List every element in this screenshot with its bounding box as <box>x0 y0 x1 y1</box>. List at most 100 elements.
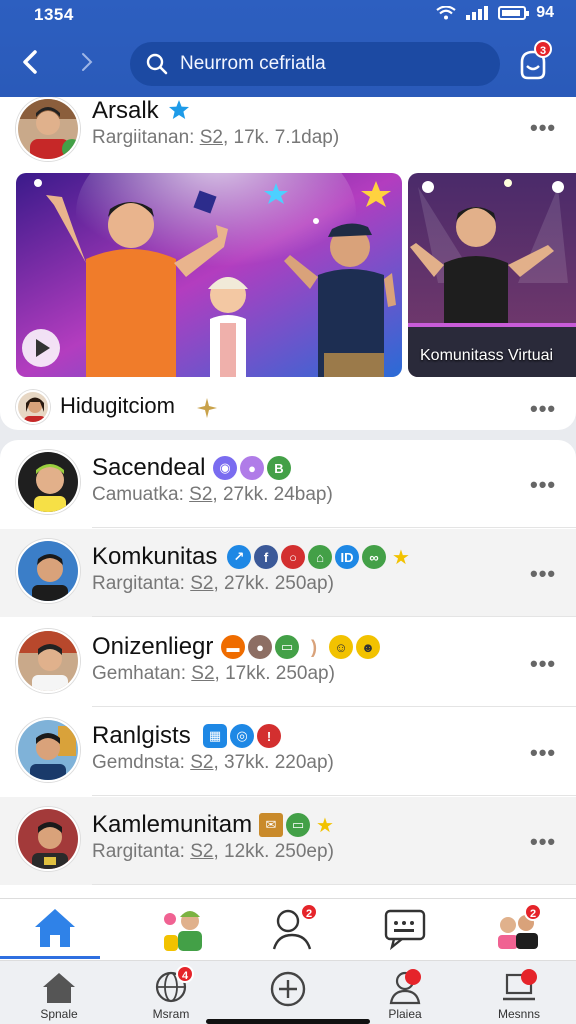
forward-arrow-icon[interactable] <box>70 45 104 79</box>
status-time: 1354 <box>34 5 74 24</box>
smile-icon: ☺ <box>329 635 353 659</box>
verified-star-icon <box>169 100 189 119</box>
list-item[interactable]: Komkunitas ↗ f ○ ⌂ ID ∞ ★ Rargitanta: S2, 27kk… <box>0 529 576 617</box>
item-title: Komkunitas <box>92 543 218 570</box>
tab-messages[interactable]: 2 <box>270 903 330 955</box>
sparkle-icon <box>197 398 217 418</box>
signal-icon <box>466 6 489 20</box>
chat-icon: ◎ <box>230 724 254 748</box>
more-options-icon[interactable]: ••• <box>530 651 556 677</box>
list-item[interactable]: Ranlgists ▦ ◎! Gemdnsta: S2, 37kk. 220ap)… <box>0 708 576 796</box>
avatar <box>16 539 80 603</box>
profile-icon <box>389 969 421 1005</box>
video-thumbnail[interactable] <box>16 173 402 377</box>
more-options-icon[interactable]: ••• <box>530 740 556 766</box>
avatar-photo <box>18 452 78 512</box>
circle-icon: ○ <box>281 545 305 569</box>
divider <box>92 616 576 617</box>
status-bar: 1354 94 <box>0 0 576 30</box>
back-arrow-icon[interactable] <box>14 45 48 79</box>
avatar[interactable] <box>16 97 80 161</box>
nav-menu-label: Mesnns <box>497 1007 541 1021</box>
more-options-icon[interactable]: ••• <box>530 829 556 855</box>
nav-create[interactable] <box>243 967 333 1023</box>
avatar-photo <box>18 541 78 601</box>
dog-icon: ● <box>248 635 272 659</box>
meta-link[interactable]: S2 <box>190 752 213 773</box>
gallery-icon: ▦ <box>203 724 227 748</box>
search-input[interactable]: Neurrom cefriatla <box>180 53 326 75</box>
post-author[interactable]: Arsalk <box>92 97 159 125</box>
post-meta: Rargiitanan: S2, 17k. 7.1dap) <box>92 127 339 149</box>
divider <box>92 527 576 528</box>
meta-suffix: , 27kk. 250ap) <box>213 573 334 594</box>
meta-prefix: Rargitanta: <box>92 573 185 594</box>
nav-profile-label: Plaiea <box>388 1007 422 1021</box>
meta-link[interactable]: S2 <box>190 573 213 594</box>
meta-link[interactable]: S2 <box>191 663 214 684</box>
nav-menu[interactable]: Mesnns <box>474 967 564 1023</box>
list-item[interactable]: Sacendeal ◉ ● B Camuatka: S2, 27kk. 24bap)… <box>0 440 576 528</box>
meta-suffix: , 12kk. 250ep) <box>213 841 334 862</box>
list-item[interactable]: Onizenliegr ▬ ● ▭) ☺ ☻ Gemhatan: S2, 17kk. 2… <box>0 619 576 707</box>
tab-friends[interactable]: 2 <box>494 903 554 955</box>
envelope-icon: ✉ <box>259 813 283 837</box>
reaction-icons: ✉ ▭ ★ <box>256 813 337 837</box>
wifi-icon <box>436 6 456 20</box>
id-icon: ID <box>335 545 359 569</box>
tab-home[interactable] <box>30 905 90 955</box>
more-options-icon[interactable]: ••• <box>530 396 556 422</box>
nav-home[interactable]: Spnale <box>14 967 104 1023</box>
feed-card: Arsalk Rargiitanan: S2, 17k. 7.1dap) ••• <box>0 97 576 430</box>
search-bar[interactable]: Neurrom cefriatla <box>130 42 500 86</box>
message-icon <box>384 909 426 951</box>
laptop-icon <box>503 969 537 1001</box>
fire-icon: ◉ <box>213 456 237 480</box>
avatar <box>16 450 80 514</box>
tab-chats[interactable] <box>382 905 442 955</box>
item-meta: Rargitanta: S2, 12kk. 250ep) <box>92 841 334 863</box>
more-options-icon[interactable]: ••• <box>530 472 556 498</box>
meta-suffix: , 27kk. 24bap) <box>212 484 333 505</box>
notifications-button[interactable]: 3 <box>514 40 552 82</box>
meta-prefix: Camuatka: <box>92 484 184 505</box>
divider <box>92 706 576 707</box>
divider <box>92 795 576 796</box>
nav-explore-label: Msram <box>152 1007 190 1021</box>
avatar-photo <box>18 720 78 780</box>
nav-profile[interactable]: Plaiea <box>360 967 450 1023</box>
video-image <box>16 173 402 377</box>
nav-home-label: Spnale <box>40 1007 78 1021</box>
active-tab-indicator <box>0 956 100 959</box>
more-options-icon[interactable]: ••• <box>530 115 556 141</box>
meta-link[interactable]: S2 <box>189 484 212 505</box>
avatar <box>16 807 80 871</box>
reaction-icons: ▬ ● ▭) ☺ ☻ <box>218 635 380 659</box>
meta-link[interactable]: S2 <box>190 841 213 862</box>
community-thumbnail[interactable]: Komunitass Virtuai <box>408 173 576 377</box>
divider <box>92 884 576 885</box>
meta-link[interactable]: S2 <box>200 127 223 148</box>
meta-prefix: Rargitanta: <box>92 841 185 862</box>
community-caption: Komunitass Virtuai <box>420 347 554 364</box>
meta-suffix: , 37kk. 220ap) <box>213 752 334 773</box>
top-app-bar: 1354 94 Neurrom cefriatla 3 <box>0 0 576 97</box>
list-item[interactable]: Kamlemunitam ✉ ▭ ★ Rargitanta: S2, 12kk. 2… <box>0 797 576 885</box>
home-icon <box>35 909 75 947</box>
section-tab-bar: 2 2 <box>0 898 576 960</box>
star-icon: ★ <box>392 546 410 569</box>
more-options-icon[interactable]: ••• <box>530 561 556 587</box>
facebook-icon: f <box>254 545 278 569</box>
group-label[interactable]: Hidugitciom <box>60 393 175 419</box>
reaction-icons: ▦ ◎! <box>200 724 281 748</box>
community-list: Sacendeal ◉ ● B Camuatka: S2, 27kk. 24bap)… <box>0 440 576 898</box>
meta-suffix: , 17k. 7.1dap) <box>222 127 340 148</box>
group-avatar[interactable] <box>16 390 50 424</box>
item-title: Onizenliegr <box>92 633 214 660</box>
nav-explore[interactable]: 4 Msram <box>126 965 216 1023</box>
tab-groups[interactable] <box>158 905 218 955</box>
item-title: Kamlemunitam <box>92 811 253 838</box>
alert-icon: ! <box>257 724 281 748</box>
burger-icon: ▬ <box>221 635 245 659</box>
play-icon[interactable] <box>22 329 60 367</box>
